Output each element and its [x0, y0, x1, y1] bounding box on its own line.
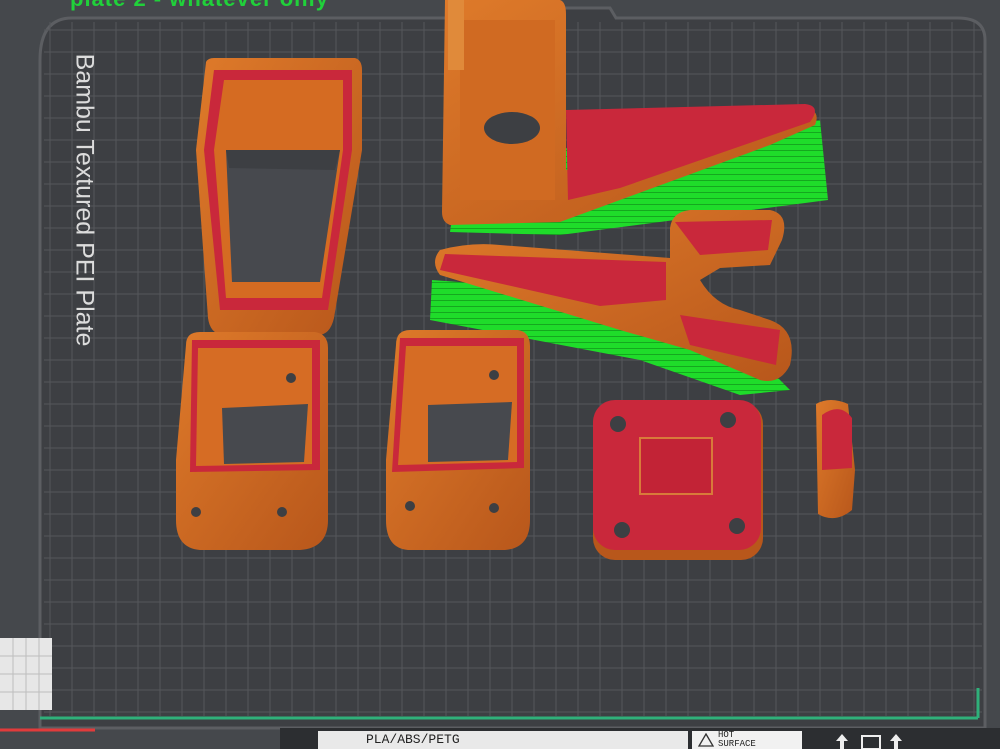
- 3d-viewport[interactable]: plate 2 - whatever only Bambu Textured P…: [0, 0, 1000, 749]
- surface-label: SURFACE: [718, 739, 756, 749]
- part-small-cylinder[interactable]: [816, 400, 855, 519]
- plate-title-label: plate 2 - whatever only: [70, 0, 329, 12]
- filament-text: PLA/ABS/PETG: [366, 732, 460, 747]
- plate-name-label: Bambu Textured PEI Plate: [70, 53, 99, 347]
- arrow-up-icon[interactable]: [836, 734, 848, 749]
- hot-surface-warning: HOT SURFACE: [692, 731, 802, 749]
- warning-triangle-icon: [698, 733, 714, 747]
- part-square-plate[interactable]: [593, 400, 763, 560]
- part-box-left[interactable]: [176, 332, 328, 550]
- part-tall-frame[interactable]: [196, 58, 362, 335]
- nav-icons[interactable]: [834, 734, 914, 749]
- home-icon[interactable]: [861, 735, 881, 749]
- arrow-up-icon[interactable]: [890, 734, 902, 749]
- view-cube[interactable]: [0, 638, 52, 710]
- part-box-middle[interactable]: [386, 330, 530, 550]
- build-plate-scene[interactable]: [0, 0, 1000, 749]
- filament-compat-label: PLA/ABS/PETG: [318, 731, 688, 749]
